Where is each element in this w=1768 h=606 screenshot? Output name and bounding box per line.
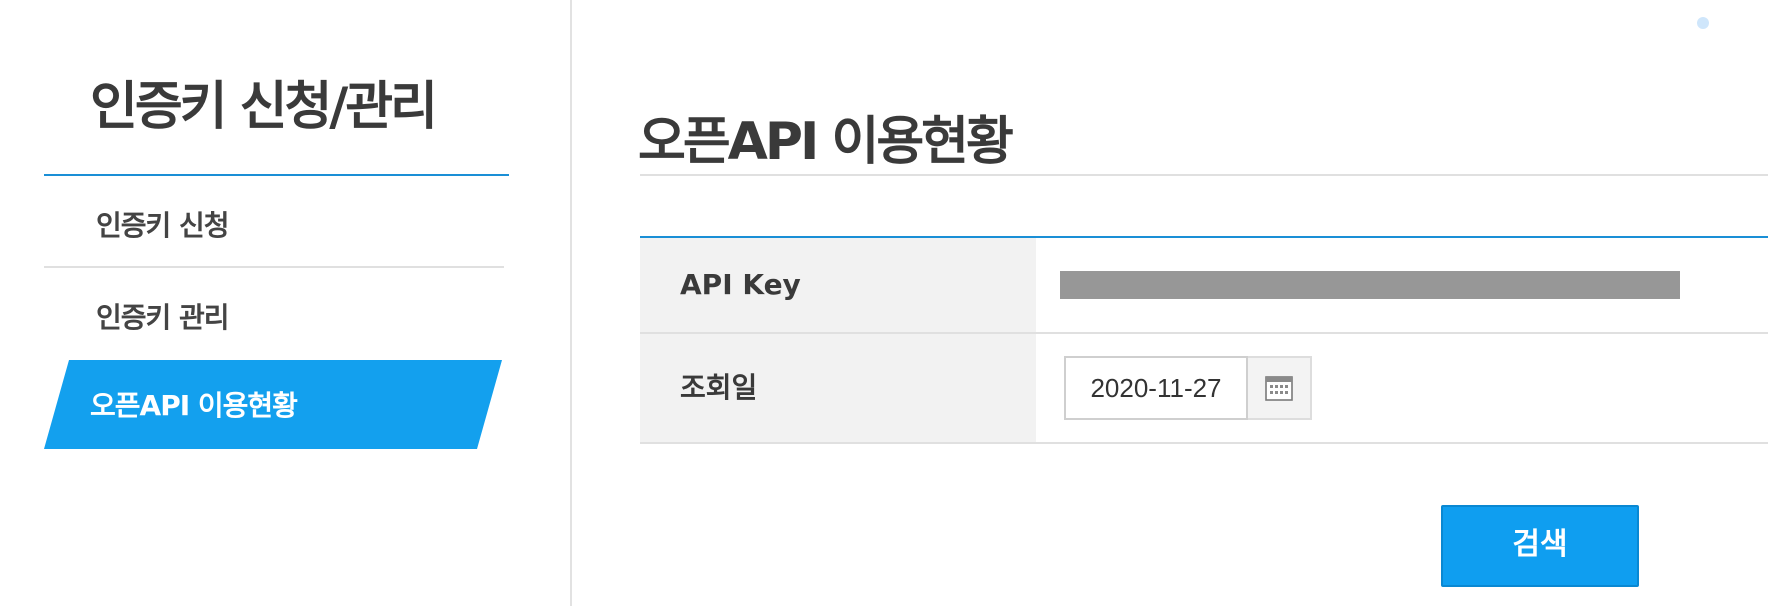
sidebar-item-label: 인증키 관리 [96, 301, 230, 334]
title-divider [640, 174, 1768, 176]
page: 인증키 신청/관리 인증키 신청 인증키 관리 오픈API 이용현황 오픈API… [0, 0, 1768, 606]
api-key-label: API Key [680, 268, 801, 301]
date-label: 조회일 [680, 371, 758, 404]
sidebar-item-label: 오픈API 이용현황 [90, 389, 298, 422]
calendar-icon [1265, 376, 1293, 401]
page-title: 오픈API 이용현황 [638, 111, 1014, 172]
sidebar-item-manage-key[interactable]: 인증키 관리 [44, 268, 504, 360]
api-key-value-redacted [1060, 271, 1680, 299]
date-row: 조회일 2020-11-27 [640, 334, 1768, 444]
sidebar-item-api-usage[interactable]: 오픈API 이용현황 [44, 360, 502, 449]
sidebar-item-label: 인증키 신청 [96, 209, 230, 242]
calendar-button[interactable] [1248, 356, 1312, 420]
api-key-row: API Key [640, 238, 1768, 334]
sidebar: 인증키 신청/관리 인증키 신청 인증키 관리 오픈API 이용현황 [0, 0, 572, 606]
date-input[interactable]: 2020-11-27 [1064, 356, 1248, 420]
sidebar-title: 인증키 신청/관리 [90, 77, 438, 137]
sidebar-item-apply-key[interactable]: 인증키 신청 [44, 176, 504, 268]
date-label-cell: 조회일 [640, 334, 1036, 442]
search-form: API Key 조회일 2020-11-27 [640, 236, 1768, 444]
status-dot [1697, 17, 1709, 29]
api-key-label-cell: API Key [640, 238, 1036, 332]
search-button[interactable]: 검색 [1441, 505, 1639, 587]
